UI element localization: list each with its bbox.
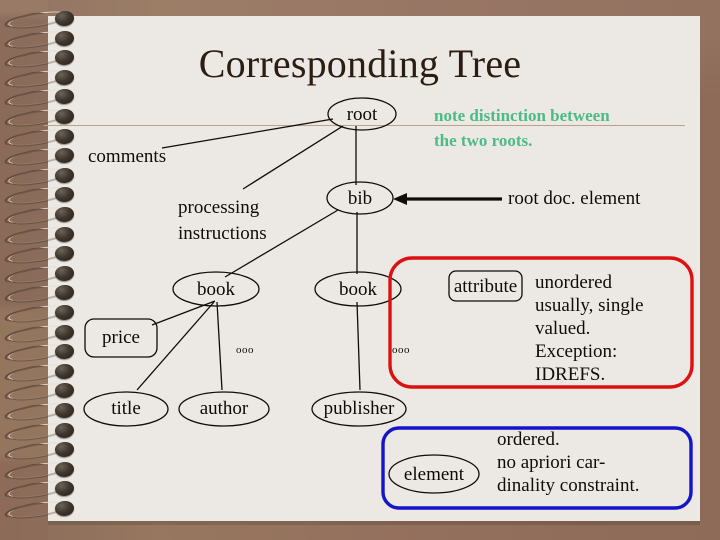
legend-key-label-element: element (403, 464, 465, 485)
node-label-book-right: book (339, 279, 377, 300)
note-distinction-line2: the two roots. (434, 131, 533, 150)
node-label-bib: bib (347, 188, 373, 209)
edge-root-processing (242, 125, 344, 190)
legend-attribute-line-4: IDREFS. (535, 364, 606, 385)
node-label-price: price (102, 327, 140, 348)
legend-key-label-attribute: attribute (453, 276, 518, 297)
tree-diagram (83, 97, 694, 510)
note-distinction-line1: note distinction between (434, 106, 610, 125)
ellipsis-mark-right: ooo (392, 344, 410, 356)
edge-bookleft-author (216, 301, 223, 391)
arrow-root-doc-element (393, 193, 502, 205)
legend-attribute-line-2: valued. (535, 318, 591, 339)
label-root-doc-element: root doc. element (508, 188, 641, 209)
edge-bookright-publisher (356, 301, 361, 391)
legend-attribute-line-3: Exception: (535, 341, 618, 362)
legend-element-line-2: dinality constraint. (497, 475, 640, 496)
label-comments: comments (88, 146, 167, 167)
node-label-author: author (199, 398, 249, 419)
legend-attribute-line-1: usually, single (535, 295, 644, 316)
node-label-root: root (346, 104, 378, 125)
label-processing-instructions-line1: processing (178, 197, 260, 218)
legend-element-line-0: ordered. (497, 429, 560, 450)
node-label-book-left: book (197, 279, 235, 300)
legend-attribute-line-0: unordered (535, 272, 613, 293)
label-processing-instructions-line2: instructions (178, 223, 267, 244)
node-label-title: title (111, 398, 141, 419)
legend-element-line-1: no apriori car- (497, 452, 606, 473)
ellipsis-mark-left: ooo (236, 344, 254, 356)
slide-canvas: Corresponding Tree comments processing i… (0, 0, 720, 540)
edge-root-comments (161, 118, 334, 149)
node-label-publisher: publisher (323, 398, 395, 419)
edge-bookleft-price (151, 300, 216, 326)
